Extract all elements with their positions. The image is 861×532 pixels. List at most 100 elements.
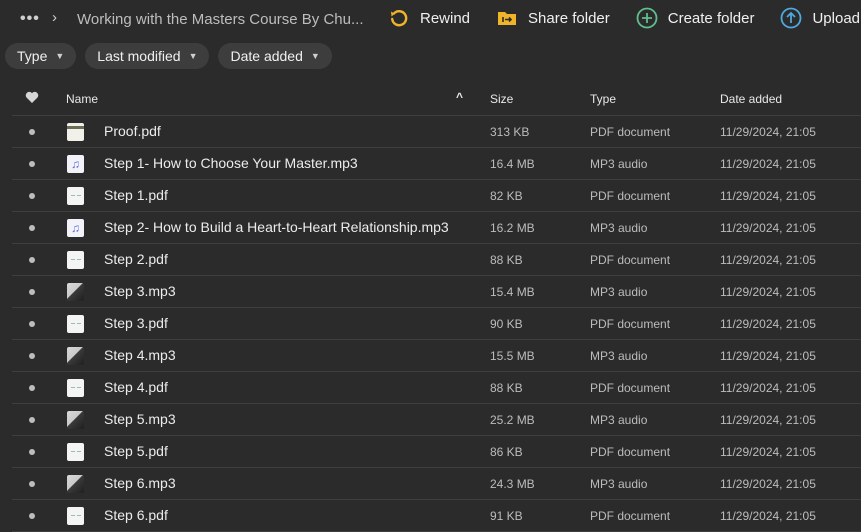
file-row[interactable]: Step 5.pdf 86 KB PDF document 11/29/2024, 2… bbox=[12, 436, 861, 468]
favorite-toggle[interactable] bbox=[29, 449, 35, 455]
audio-cover-thumbnail bbox=[67, 411, 84, 429]
favorite-toggle[interactable] bbox=[29, 129, 35, 135]
file-row[interactable]: Step 1.pdf 82 KB PDF document 11/29/2024, 2… bbox=[12, 180, 861, 212]
top-bar: ••• › Working with the Masters Course By… bbox=[0, 0, 861, 38]
create-folder-button[interactable]: Create folder bbox=[636, 7, 755, 29]
file-date-added: 11/29/2024, 21:05 bbox=[720, 477, 816, 491]
file-size: 25.2 MB bbox=[490, 413, 535, 427]
breadcrumb-current-folder[interactable]: Working with the Masters Course By Chu..… bbox=[77, 11, 364, 28]
filter-bar: Type ▼ Last modified ▼ Date added ▼ bbox=[5, 43, 341, 69]
rewind-icon bbox=[388, 7, 410, 29]
file-name[interactable]: Step 2.pdf bbox=[104, 251, 168, 267]
table-header: Name ^ Size Type Date added bbox=[12, 82, 861, 116]
file-size: 16.4 MB bbox=[490, 157, 535, 171]
file-size: 88 KB bbox=[490, 381, 523, 395]
chevron-down-icon: ▼ bbox=[310, 51, 320, 61]
favorite-toggle[interactable] bbox=[29, 161, 35, 167]
sort-ascending-icon[interactable]: ^ bbox=[456, 90, 463, 104]
column-header-size[interactable]: Size bbox=[490, 92, 513, 106]
chevron-down-icon: ▼ bbox=[55, 51, 65, 61]
file-row[interactable]: Step 6.pdf 91 KB PDF document 11/29/2024, 2… bbox=[12, 500, 861, 532]
upload-button[interactable]: Upload... bbox=[780, 7, 861, 29]
favorite-toggle[interactable] bbox=[29, 289, 35, 295]
file-date-added: 11/29/2024, 21:05 bbox=[720, 317, 816, 331]
file-row[interactable]: Step 3.mp3 15.4 MB MP3 audio 11/29/2024, 21… bbox=[12, 276, 861, 308]
file-name[interactable]: Step 6.mp3 bbox=[104, 475, 176, 491]
file-name[interactable]: Step 3.mp3 bbox=[104, 283, 176, 299]
file-row[interactable]: ♫ Step 1- How to Choose Your Master.mp3 16… bbox=[12, 148, 861, 180]
upload-label: Upload... bbox=[812, 9, 861, 27]
share-folder-icon bbox=[496, 7, 518, 29]
file-row[interactable]: Step 4.mp3 15.5 MB MP3 audio 11/29/2024, 21… bbox=[12, 340, 861, 372]
file-type: MP3 audio bbox=[590, 157, 648, 171]
file-name[interactable]: Step 5.pdf bbox=[104, 443, 168, 459]
file-row[interactable]: ♫ Step 2- How to Build a Heart-to-Heart R… bbox=[12, 212, 861, 244]
file-row[interactable]: Step 2.pdf 88 KB PDF document 11/29/2024, 2… bbox=[12, 244, 861, 276]
audio-file-icon: ♫ bbox=[67, 219, 84, 237]
favorite-toggle[interactable] bbox=[29, 385, 35, 391]
favorite-toggle[interactable] bbox=[29, 257, 35, 263]
file-size: 88 KB bbox=[490, 253, 523, 267]
pdf-thumbnail bbox=[67, 187, 84, 205]
file-type: PDF document bbox=[590, 189, 671, 203]
file-row[interactable]: Proof.pdf 313 KB PDF document 11/29/2024, 2… bbox=[12, 116, 861, 148]
file-size: 86 KB bbox=[490, 445, 523, 459]
file-list: Proof.pdf 313 KB PDF document 11/29/2024, 2… bbox=[0, 116, 861, 532]
favorite-toggle[interactable] bbox=[29, 193, 35, 199]
breadcrumb-separator-icon: › bbox=[52, 9, 57, 26]
file-name[interactable]: Step 1.pdf bbox=[104, 187, 168, 203]
file-row[interactable]: Step 6.mp3 24.3 MB MP3 audio 11/29/2024, 21… bbox=[12, 468, 861, 500]
file-name[interactable]: Step 6.pdf bbox=[104, 507, 168, 523]
share-folder-label: Share folder bbox=[528, 9, 610, 27]
favorite-toggle[interactable] bbox=[29, 321, 35, 327]
file-name[interactable]: Step 2- How to Build a Heart-to-Heart Re… bbox=[104, 219, 449, 235]
favorite-toggle[interactable] bbox=[29, 481, 35, 487]
file-date-added: 11/29/2024, 21:05 bbox=[720, 221, 816, 235]
file-name[interactable]: Step 4.pdf bbox=[104, 379, 168, 395]
file-date-added: 11/29/2024, 21:05 bbox=[720, 253, 816, 267]
audio-cover-thumbnail bbox=[67, 475, 84, 493]
pdf-thumbnail bbox=[67, 315, 84, 333]
file-date-added: 11/29/2024, 21:05 bbox=[720, 189, 816, 203]
filter-date-added-label: Date added bbox=[230, 48, 303, 64]
file-name[interactable]: Step 1- How to Choose Your Master.mp3 bbox=[104, 155, 358, 171]
file-date-added: 11/29/2024, 21:05 bbox=[720, 125, 816, 139]
favorite-toggle[interactable] bbox=[29, 353, 35, 359]
file-name[interactable]: Step 4.mp3 bbox=[104, 347, 176, 363]
file-size: 15.4 MB bbox=[490, 285, 535, 299]
favorite-toggle[interactable] bbox=[29, 513, 35, 519]
file-name[interactable]: Step 3.pdf bbox=[104, 315, 168, 331]
favorite-toggle[interactable] bbox=[29, 225, 35, 231]
audio-cover-thumbnail bbox=[67, 347, 84, 365]
file-name[interactable]: Step 5.mp3 bbox=[104, 411, 176, 427]
file-row[interactable]: Step 4.pdf 88 KB PDF document 11/29/2024, 2… bbox=[12, 372, 861, 404]
file-date-added: 11/29/2024, 21:05 bbox=[720, 381, 816, 395]
column-header-type[interactable]: Type bbox=[590, 92, 616, 106]
file-date-added: 11/29/2024, 21:05 bbox=[720, 285, 816, 299]
file-type: PDF document bbox=[590, 509, 671, 523]
column-header-name[interactable]: Name bbox=[66, 92, 98, 106]
filter-last-modified[interactable]: Last modified ▼ bbox=[85, 43, 210, 69]
file-type: MP3 audio bbox=[590, 349, 648, 363]
filter-type[interactable]: Type ▼ bbox=[5, 43, 77, 69]
file-type: PDF document bbox=[590, 253, 671, 267]
rewind-button[interactable]: Rewind bbox=[388, 7, 470, 29]
file-row[interactable]: Step 5.mp3 25.2 MB MP3 audio 11/29/2024, 21… bbox=[12, 404, 861, 436]
file-type: PDF document bbox=[590, 125, 671, 139]
file-type: MP3 audio bbox=[590, 477, 648, 491]
file-row[interactable]: Step 3.pdf 90 KB PDF document 11/29/2024, 2… bbox=[12, 308, 861, 340]
file-date-added: 11/29/2024, 21:05 bbox=[720, 157, 816, 171]
file-name[interactable]: Proof.pdf bbox=[104, 123, 161, 139]
favorite-toggle[interactable] bbox=[29, 417, 35, 423]
pdf-thumbnail bbox=[67, 251, 84, 269]
create-folder-icon bbox=[636, 7, 658, 29]
share-folder-button[interactable]: Share folder bbox=[496, 7, 610, 29]
pdf-thumbnail bbox=[67, 443, 84, 461]
heart-icon[interactable] bbox=[25, 91, 39, 107]
file-size: 313 KB bbox=[490, 125, 530, 139]
more-options-button[interactable]: ••• bbox=[20, 10, 40, 28]
file-date-added: 11/29/2024, 21:05 bbox=[720, 413, 816, 427]
filter-date-added[interactable]: Date added ▼ bbox=[218, 43, 332, 69]
column-header-date-added[interactable]: Date added bbox=[720, 92, 782, 106]
create-folder-label: Create folder bbox=[667, 9, 755, 27]
